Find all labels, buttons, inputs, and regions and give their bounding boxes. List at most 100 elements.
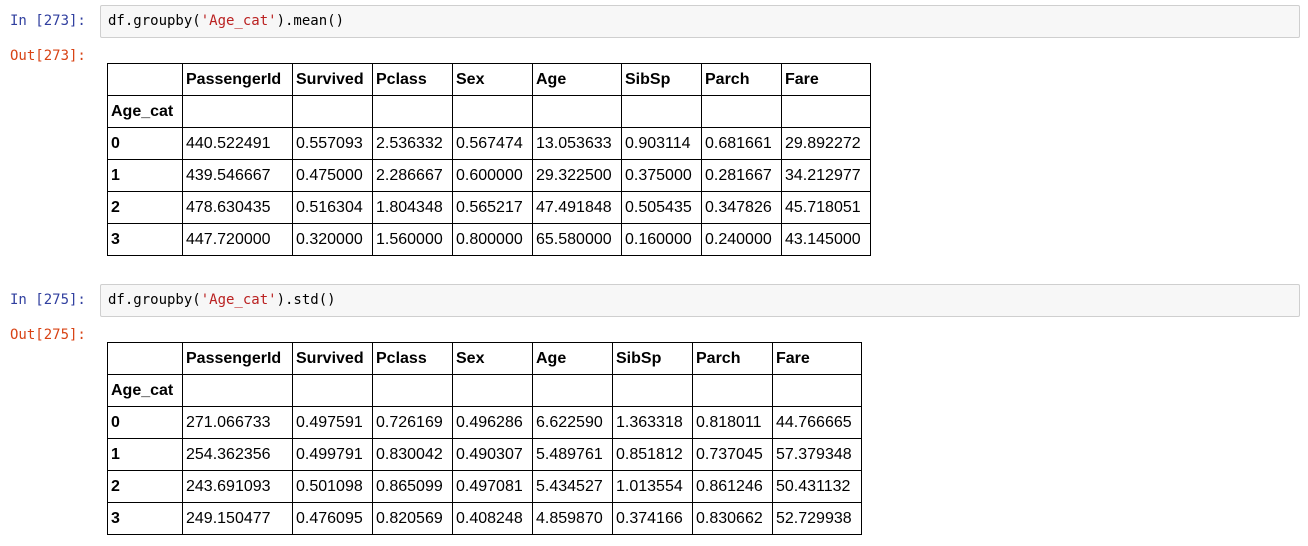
table-cell: 0.240000 [701,223,782,256]
column-header: Fare [781,63,871,96]
row-index: 0 [107,127,183,160]
code-input[interactable]: df.groupby('Age_cat').std() [100,284,1300,317]
empty-header-cell [532,374,613,407]
dataframe-output-table: PassengerId Survived Pclass Sex Age SibS… [107,63,871,256]
column-header: PassengerId [182,342,293,375]
row-index: 3 [107,502,183,535]
column-header: Survived [292,63,373,96]
table-cell: 0.737045 [692,438,773,471]
table-row: 0 271.066733 0.497591 0.726169 0.496286 … [107,406,862,439]
table-cell: 0.281667 [701,159,782,192]
table-cell: 1.013554 [612,470,693,503]
output-prompt: Out[275]: [10,327,86,343]
index-name-row: Age_cat [107,374,862,407]
table-row: 2 478.630435 0.516304 1.804348 0.565217 … [107,191,871,224]
column-header: Sex [452,63,533,96]
table-cell: 50.431132 [772,470,862,503]
table-row: 1 439.546667 0.475000 2.286667 0.600000 … [107,159,871,192]
table-cell: 0.681661 [701,127,782,160]
code-string-literal: 'Age_cat' [200,13,277,29]
table-cell: 1.560000 [372,223,453,256]
empty-header-cell [182,374,293,407]
column-header: Survived [292,342,373,375]
row-index: 3 [107,223,183,256]
table-cell: 0.565217 [452,191,533,224]
table-cell: 2.536332 [372,127,453,160]
table-cell: 4.859870 [532,502,613,535]
column-header: Pclass [372,342,453,375]
table-cell: 0.497591 [292,406,373,439]
table-cell: 0.861246 [692,470,773,503]
table-cell: 0.830042 [372,438,453,471]
table-cell: 0.475000 [292,159,373,192]
row-index: 0 [107,406,183,439]
table-row: 2 243.691093 0.501098 0.865099 0.497081 … [107,470,862,503]
blank-header-cell [107,63,183,96]
empty-header-cell [292,95,373,128]
code-input[interactable]: df.groupby('Age_cat').mean() [100,5,1300,38]
table-cell: 0.820569 [372,502,453,535]
table-cell: 0.497081 [452,470,533,503]
code-prefix: df.groupby( [108,292,201,308]
empty-header-cell [701,95,782,128]
column-header: Age [532,63,622,96]
input-prompt: In [275]: [10,292,86,308]
table-cell: 243.691093 [182,470,293,503]
column-header: SibSp [612,342,693,375]
table-cell: 1.363318 [612,406,693,439]
table-cell: 0.726169 [372,406,453,439]
table-cell: 0.160000 [621,223,702,256]
column-header-row: PassengerId Survived Pclass Sex Age SibS… [107,342,862,375]
table-cell: 0.800000 [452,223,533,256]
empty-header-cell [292,374,373,407]
table-cell: 0.505435 [621,191,702,224]
table-cell: 0.476095 [292,502,373,535]
table-cell: 44.766665 [772,406,862,439]
table-cell: 0.600000 [452,159,533,192]
dataframe-output-table: PassengerId Survived Pclass Sex Age SibS… [107,342,862,535]
row-index: 1 [107,159,183,192]
table-cell: 34.212977 [781,159,871,192]
table-cell: 57.379348 [772,438,862,471]
table-cell: 0.818011 [692,406,773,439]
row-index: 2 [107,470,183,503]
table-cell: 0.865099 [372,470,453,503]
table-cell: 47.491848 [532,191,622,224]
empty-header-cell [532,95,622,128]
column-header: Pclass [372,63,453,96]
empty-header-cell [182,95,293,128]
table-cell: 0.490307 [452,438,533,471]
table-row: 0 440.522491 0.557093 2.536332 0.567474 … [107,127,871,160]
table-cell: 0.499791 [292,438,373,471]
table-cell: 439.546667 [182,159,293,192]
table-cell: 65.580000 [532,223,622,256]
table-cell: 0.501098 [292,470,373,503]
empty-header-cell [612,374,693,407]
table-cell: 52.729938 [772,502,862,535]
code-suffix: ).std() [276,292,336,308]
blank-header-cell [107,342,183,375]
table-cell: 447.720000 [182,223,293,256]
input-prompt: In [273]: [10,13,86,29]
table-cell: 0.347826 [701,191,782,224]
column-header: Sex [452,342,533,375]
table-cell: 0.496286 [452,406,533,439]
table-cell: 271.066733 [182,406,293,439]
table-cell: 6.622590 [532,406,613,439]
column-header: SibSp [621,63,702,96]
column-header: Parch [701,63,782,96]
row-index: 2 [107,191,183,224]
empty-header-cell [372,95,453,128]
code-suffix: ).mean() [276,13,345,29]
table-row: 1 254.362356 0.499791 0.830042 0.490307 … [107,438,862,471]
index-name-header: Age_cat [107,374,183,407]
code-string-literal: 'Age_cat' [200,292,277,308]
column-header: Fare [772,342,862,375]
column-header-row: PassengerId Survived Pclass Sex Age SibS… [107,63,871,96]
table-cell: 249.150477 [182,502,293,535]
table-cell: 5.489761 [532,438,613,471]
column-header: PassengerId [182,63,293,96]
empty-header-cell [372,374,453,407]
table-cell: 1.804348 [372,191,453,224]
empty-header-cell [621,95,702,128]
